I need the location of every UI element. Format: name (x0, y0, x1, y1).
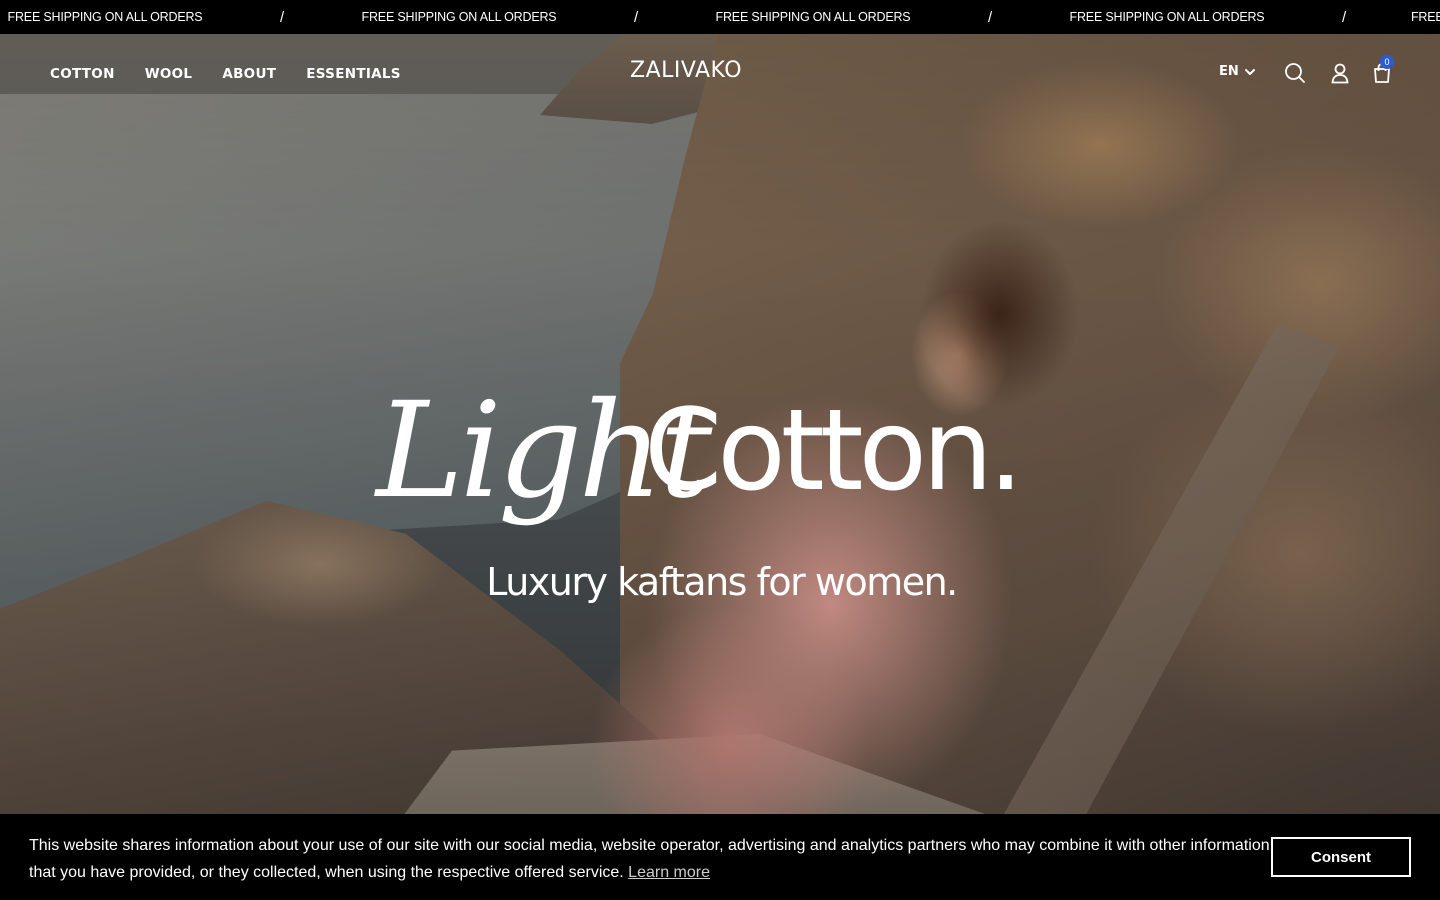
account-icon (1331, 63, 1349, 84)
search-icon (1285, 63, 1305, 83)
announcement-message: FREE SHIPPING ON ALL ORDERS (1069, 10, 1265, 24)
language-label: EN (1219, 64, 1239, 79)
site-logo[interactable]: ZALIVAKO (630, 58, 742, 83)
language-selector[interactable]: EN (1219, 64, 1257, 79)
main-nav: COTTON WOOL ABOUT ESSENTIALS (50, 34, 401, 114)
announcement-separator: / (634, 8, 638, 26)
headline-main-word: Cotton. (644, 386, 1024, 516)
announcement-separator: / (1342, 8, 1346, 26)
chevron-down-icon (1244, 68, 1255, 75)
nav-item-about[interactable]: ABOUT (222, 66, 276, 82)
nav-item-essentials[interactable]: ESSENTIALS (306, 66, 401, 82)
consent-button[interactable]: Consent (1271, 837, 1411, 877)
hero-headline: Light Cotton. (0, 385, 1440, 565)
announcement-track: FREE SHIPPING ON ALL ORDERS / FREE SHIPP… (0, 0, 1440, 34)
site-header: COTTON WOOL ABOUT ESSENTIALS ZALIVAKO EN (0, 34, 1440, 114)
cookie-banner: This website shares information about yo… (0, 814, 1440, 900)
announcement-separator: / (280, 8, 284, 26)
announcement-message: FREE SHIPPING ON ALL ORDERS (715, 10, 911, 24)
announcement-separator: / (988, 8, 992, 26)
learn-more-link[interactable]: Learn more (628, 864, 710, 881)
account-button[interactable] (1329, 62, 1351, 84)
cart-button[interactable]: 0 (1371, 55, 1394, 84)
hero-subheadline: Luxury kaftans for women. (486, 560, 958, 604)
search-button[interactable] (1284, 62, 1306, 84)
announcement-message: FREE SHIPPING ON ALL ORDERS (361, 10, 557, 24)
nav-item-cotton[interactable]: COTTON (50, 66, 115, 82)
announcement-message: FREE SHIPPING ON ALL ORDERS (7, 10, 203, 24)
cookie-message: This website shares information about yo… (29, 832, 1274, 886)
cart-count-badge: 0 (1380, 55, 1394, 69)
announcement-message: FREE (1411, 10, 1440, 24)
nav-item-wool[interactable]: WOOL (145, 66, 193, 82)
announcement-bar: FREE SHIPPING ON ALL ORDERS / FREE SHIPP… (0, 0, 1440, 34)
